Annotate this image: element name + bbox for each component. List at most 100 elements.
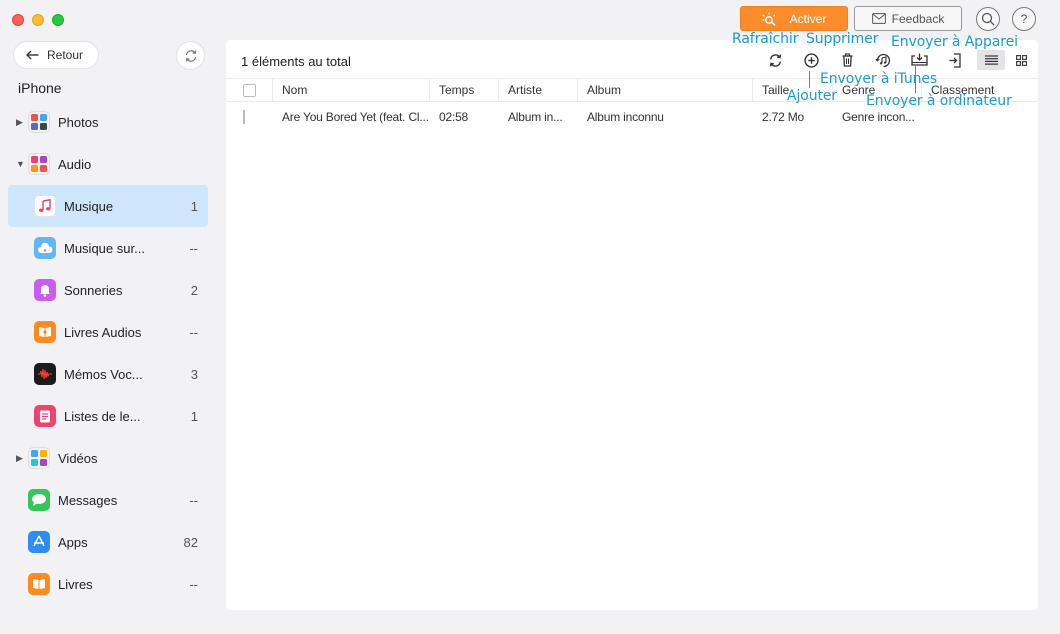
send-to-itunes-button[interactable] — [869, 50, 897, 70]
sidebar-item-books[interactable]: Livres -- — [8, 563, 208, 605]
sidebar-item-label: Livres — [58, 576, 93, 592]
music-note-icon — [34, 195, 56, 217]
sidebar-item-label: Messages — [58, 492, 118, 508]
column-header-time[interactable]: Temps — [430, 78, 499, 102]
sidebar-item-label: Sonneries — [64, 282, 123, 298]
expand-right-icon[interactable]: ▶ — [16, 453, 23, 464]
sidebar-item-label: Mémos Voc... — [64, 366, 143, 382]
back-button[interactable]: Retour — [13, 41, 99, 69]
close-window-button[interactable] — [12, 14, 24, 26]
row-select-cell — [226, 110, 273, 124]
arrow-left-icon — [26, 50, 39, 60]
column-header-name[interactable]: Nom — [273, 78, 430, 102]
plus-circle-icon — [803, 52, 819, 68]
sidebar-item-voice-memos[interactable]: Mémos Voc... 3 — [8, 353, 208, 395]
feedback-button[interactable]: Feedback — [854, 6, 962, 31]
minimize-window-button[interactable] — [32, 14, 44, 26]
main-panel: 1 éléments au total Nom Temps Artiste Al… — [226, 40, 1038, 610]
bell-icon — [34, 279, 56, 301]
select-all-cell — [226, 78, 273, 102]
annotation-send-to-computer: Envoyer à ordinateur — [866, 93, 1012, 109]
zoom-window-button[interactable] — [52, 14, 64, 26]
waveform-icon — [34, 363, 56, 385]
refresh-icon — [769, 53, 781, 67]
refresh-icon — [185, 49, 196, 62]
key-icon — [762, 12, 776, 26]
cell-size: 2.72 Mo — [762, 110, 804, 124]
videos-icon — [28, 447, 50, 469]
trash-icon — [842, 53, 852, 67]
activate-button[interactable]: Activer — [740, 6, 848, 31]
sidebar-item-messages[interactable]: Messages -- — [8, 479, 208, 521]
sidebar-item-count: 2 — [190, 282, 198, 298]
sidebar-item-count: -- — [189, 576, 198, 592]
sidebar: ▶ Photos ▼ Audio Musique 1 Musique sur..… — [8, 101, 208, 605]
list-view-button[interactable] — [977, 50, 1005, 70]
audio-icon — [28, 153, 50, 175]
search-button[interactable] — [976, 6, 1000, 31]
send-to-device-button[interactable] — [941, 50, 969, 70]
expand-right-icon[interactable]: ▶ — [16, 117, 23, 128]
sidebar-item-apps[interactable]: Apps 82 — [8, 521, 208, 563]
annotation-delete: Supprimer — [806, 31, 879, 47]
grid-view-button[interactable] — [1007, 50, 1035, 70]
sidebar-item-count: -- — [189, 324, 198, 340]
grid-icon — [1015, 54, 1027, 66]
sidebar-item-photos[interactable]: ▶ Photos — [8, 101, 208, 143]
audiobook-icon — [34, 321, 56, 343]
toolbar — [761, 50, 1037, 70]
help-icon: ? — [1020, 11, 1028, 26]
sidebar-item-label: Listes de le... — [64, 408, 141, 424]
sidebar-item-audiobooks[interactable]: Livres Audios -- — [8, 311, 208, 353]
itunes-icon — [875, 53, 891, 67]
refresh-button[interactable] — [761, 50, 789, 70]
send-to-computer-button[interactable] — [905, 50, 933, 70]
cloud-music-icon — [34, 237, 56, 259]
sidebar-item-count: 1 — [190, 198, 198, 214]
annotation-line-add — [809, 71, 810, 88]
select-all-checkbox[interactable] — [243, 83, 256, 97]
window-controls — [12, 14, 64, 26]
sidebar-item-cloud-music[interactable]: Musique sur... -- — [8, 227, 208, 269]
sidebar-item-label: Musique — [64, 198, 114, 214]
sidebar-item-label: Apps — [58, 534, 88, 550]
sidebar-item-count: -- — [189, 240, 198, 256]
activate-label: Activer — [789, 11, 827, 26]
export-computer-icon — [910, 53, 928, 66]
sidebar-item-count: 82 — [183, 534, 198, 550]
sidebar-item-ringtones[interactable]: Sonneries 2 — [8, 269, 208, 311]
back-label: Retour — [47, 48, 84, 62]
sidebar-item-count: 3 — [190, 366, 198, 382]
sidebar-item-videos[interactable]: ▶ Vidéos — [8, 437, 208, 479]
column-header-album[interactable]: Album — [578, 78, 753, 102]
annotation-send-to-device: Envoyer à Apparei — [891, 34, 1018, 50]
sidebar-item-count: -- — [189, 492, 198, 508]
annotation-refresh: Rafraîchir — [732, 31, 799, 47]
column-header-artist[interactable]: Artiste — [499, 78, 578, 102]
cell-name: Are You Bored Yet (feat. Cl... — [282, 110, 429, 124]
mail-icon — [871, 13, 886, 24]
list-icon — [984, 55, 998, 65]
annotation-add: Ajouter — [787, 88, 838, 104]
expand-down-icon[interactable]: ▼ — [16, 159, 25, 169]
sidebar-item-count: 1 — [190, 408, 198, 424]
annotation-send-to-itunes: Envoyer à iTunes — [820, 71, 938, 87]
cell-album: Album inconnu — [587, 110, 664, 124]
sidebar-refresh-button[interactable] — [176, 41, 205, 70]
row-checkbox[interactable] — [243, 110, 245, 124]
cell-genre: Genre incon... — [842, 110, 915, 124]
cell-artist: Album in... — [508, 110, 563, 124]
photos-icon — [28, 111, 50, 133]
sidebar-item-audio[interactable]: ▼ Audio — [8, 143, 208, 185]
delete-button[interactable] — [833, 50, 861, 70]
sidebar-item-music[interactable]: Musique 1 — [8, 185, 208, 227]
sidebar-item-label: Vidéos — [58, 450, 98, 466]
help-button[interactable]: ? — [1012, 6, 1036, 31]
items-total-label: 1 éléments au total — [241, 54, 351, 69]
app-store-icon — [28, 531, 50, 553]
sidebar-item-playlists[interactable]: Listes de le... 1 — [8, 395, 208, 437]
add-button[interactable] — [797, 50, 825, 70]
sidebar-item-label: Livres Audios — [64, 324, 142, 340]
sidebar-item-label: Musique sur... — [64, 240, 145, 256]
cell-time: 02:58 — [439, 110, 469, 124]
